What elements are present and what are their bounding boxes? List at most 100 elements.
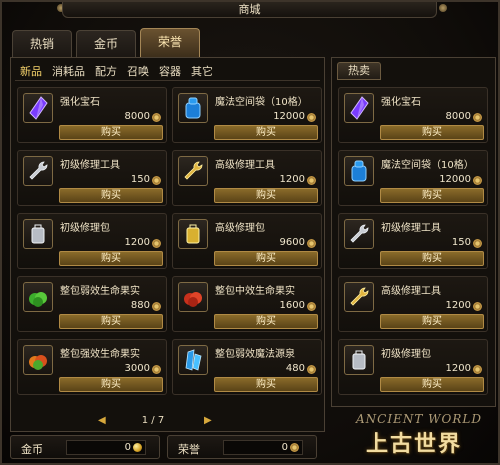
item-price: 480 <box>285 363 305 374</box>
item-price: 12000 <box>439 174 471 185</box>
item-name: 初级修理包 <box>60 223 110 234</box>
item-card: 魔法空间袋（10格） 12000 购买 <box>172 87 322 143</box>
item-price: 3000 <box>124 363 150 374</box>
honor-medal-icon <box>307 113 316 122</box>
category-other[interactable]: 其它 <box>188 63 216 79</box>
honor-value: 0 <box>281 442 288 453</box>
gold-balance: 金币 0 <box>10 435 160 459</box>
buy-button[interactable]: 购买 <box>380 377 484 392</box>
honor-medal-icon <box>473 113 482 122</box>
buy-button[interactable]: 购买 <box>380 314 484 329</box>
purple-gem-icon[interactable] <box>23 93 53 123</box>
gold-repair-kit-icon[interactable] <box>178 219 208 249</box>
gold-value: 0 <box>124 442 131 453</box>
item-card: 魔法空间袋（10格） 12000 购买 <box>338 150 488 206</box>
honor-medal-icon <box>152 302 161 311</box>
next-page-icon[interactable]: ▶ <box>204 415 212 426</box>
item-card: 高级修理工具 1200 购买 <box>338 276 488 332</box>
buy-button[interactable]: 购买 <box>59 314 163 329</box>
category-summon[interactable]: 召唤 <box>124 63 152 79</box>
buy-button[interactable]: 购买 <box>59 188 163 203</box>
pagination: ◀ 1 / 7 ▶ <box>98 414 218 428</box>
gold-wrench-icon[interactable] <box>178 156 208 186</box>
honor-medal-icon <box>307 365 316 374</box>
buy-button[interactable]: 购买 <box>59 125 163 140</box>
item-card: 整包弱效生命果实 880 购买 <box>17 276 167 332</box>
item-price: 150 <box>130 174 150 185</box>
item-price: 880 <box>130 300 150 311</box>
buy-button[interactable]: 购买 <box>380 125 484 140</box>
buy-button[interactable]: 购买 <box>214 377 318 392</box>
silver-wrench-icon[interactable] <box>344 219 374 249</box>
item-price: 9600 <box>279 237 305 248</box>
buy-button[interactable]: 购买 <box>59 251 163 266</box>
item-card: 强化宝石 8000 购买 <box>338 87 488 143</box>
category-containers[interactable]: 容器 <box>156 63 184 79</box>
buy-button[interactable]: 购买 <box>214 188 318 203</box>
item-card: 初级修理包 1200 购买 <box>338 339 488 395</box>
item-card: 初级修理工具 150 购买 <box>17 150 167 206</box>
honor-balance: 荣誉 0 <box>167 435 317 459</box>
top-tabs: 热销 金币 荣誉 <box>12 28 200 58</box>
gold-wrench-icon[interactable] <box>344 282 374 312</box>
item-list-panel: 新品 消耗品 配方 召唤 容器 其它 强化宝石 8000 购买 魔法空间袋（10格） 1… <box>10 57 325 432</box>
category-recipes[interactable]: 配方 <box>92 63 120 79</box>
page-indicator: 1 / 7 <box>141 415 165 426</box>
tab-gold[interactable]: 金币 <box>76 30 136 58</box>
item-name: 魔法空间袋（10格） <box>215 97 308 108</box>
window-title: 商城 <box>62 2 437 18</box>
item-card: 强化宝石 8000 购买 <box>17 87 167 143</box>
item-card: 整包弱效魔法源泉 480 购买 <box>172 339 322 395</box>
blue-crystal-icon[interactable] <box>178 345 208 375</box>
frame-knob-icon <box>439 4 447 12</box>
honor-medal-icon <box>290 443 299 452</box>
buy-button[interactable]: 购买 <box>380 188 484 203</box>
item-name: 初级修理工具 <box>381 223 441 234</box>
honor-medal-icon <box>152 176 161 185</box>
divider <box>15 80 320 81</box>
item-name: 初级修理包 <box>381 349 431 360</box>
tab-hot[interactable]: 热销 <box>12 30 72 58</box>
green-fruit-icon[interactable] <box>23 282 53 312</box>
item-name: 初级修理工具 <box>60 160 120 171</box>
honor-label: 荣誉 <box>178 443 200 456</box>
item-price: 12000 <box>273 111 305 122</box>
hot-sale-tab[interactable]: 热卖 <box>337 62 381 80</box>
tab-honor[interactable]: 荣誉 <box>140 28 200 58</box>
item-name: 强化宝石 <box>60 97 100 108</box>
logo-english: ANCIENT WORLD <box>356 412 482 426</box>
silver-wrench-icon[interactable] <box>23 156 53 186</box>
silver-repair-kit-icon[interactable] <box>344 345 374 375</box>
category-consumables[interactable]: 消耗品 <box>49 63 88 79</box>
purple-gem-icon[interactable] <box>344 93 374 123</box>
orange-fruit-icon[interactable] <box>23 345 53 375</box>
blue-bag-icon[interactable] <box>344 156 374 186</box>
item-name: 整包强效生命果实 <box>60 349 140 360</box>
item-price: 8000 <box>124 111 150 122</box>
item-name: 整包弱效魔法源泉 <box>215 349 295 360</box>
buy-button[interactable]: 购买 <box>59 377 163 392</box>
blue-bag-icon[interactable] <box>178 93 208 123</box>
buy-button[interactable]: 购买 <box>214 314 318 329</box>
buy-button[interactable]: 购买 <box>380 251 484 266</box>
honor-medal-icon <box>307 239 316 248</box>
honor-medal-icon <box>473 176 482 185</box>
gold-coin-icon <box>133 443 142 452</box>
item-price: 1600 <box>279 300 305 311</box>
buy-button[interactable]: 购买 <box>214 125 318 140</box>
buy-button[interactable]: 购买 <box>214 251 318 266</box>
item-card: 初级修理工具 150 购买 <box>338 213 488 269</box>
honor-medal-icon <box>307 302 316 311</box>
category-new[interactable]: 新品 <box>17 63 45 79</box>
red-fruit-icon[interactable] <box>178 282 208 312</box>
silver-repair-kit-icon[interactable] <box>23 219 53 249</box>
gold-label: 金币 <box>21 443 43 456</box>
gold-value-field: 0 <box>66 440 146 455</box>
item-price: 1200 <box>124 237 150 248</box>
item-price: 150 <box>451 237 471 248</box>
item-name: 强化宝石 <box>381 97 421 108</box>
item-price: 1200 <box>445 363 471 374</box>
honor-medal-icon <box>152 239 161 248</box>
prev-page-icon[interactable]: ◀ <box>98 415 106 426</box>
honor-medal-icon <box>152 113 161 122</box>
